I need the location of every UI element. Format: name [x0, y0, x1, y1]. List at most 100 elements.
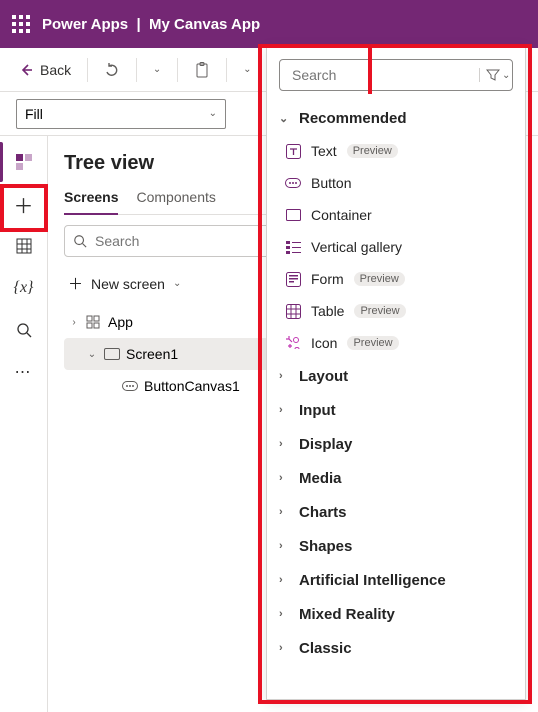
- search-icon: [16, 322, 32, 338]
- table-icon: [285, 303, 301, 319]
- item-text[interactable]: Text Preview: [279, 135, 507, 167]
- item-icon[interactable]: Icon Preview: [279, 327, 507, 359]
- rail-insert[interactable]: ＋: [4, 184, 44, 224]
- chevron-down-icon: ⌄: [243, 64, 251, 75]
- tab-screens[interactable]: Screens: [64, 189, 118, 215]
- chevron-right-icon: ›: [279, 608, 291, 620]
- rail-variables[interactable]: {x}: [4, 268, 44, 308]
- header-title: Power Apps | My Canvas App: [42, 16, 260, 33]
- text-icon: [285, 143, 301, 159]
- undo-button[interactable]: [94, 56, 130, 84]
- paste-split-button[interactable]: ⌄: [233, 58, 261, 81]
- app-icon: [86, 315, 102, 329]
- property-selected-label: Fill: [25, 106, 43, 122]
- preview-badge: Preview: [347, 144, 398, 158]
- category-input[interactable]: › Input: [279, 393, 507, 427]
- rail-tree-view[interactable]: [4, 142, 44, 182]
- category-ai[interactable]: › Artificial Intelligence: [279, 563, 507, 597]
- chevron-right-icon: ›: [279, 438, 291, 450]
- grid-icon: [16, 238, 32, 254]
- back-label: Back: [40, 62, 71, 78]
- preview-badge: Preview: [354, 304, 405, 318]
- chevron-right-icon: ›: [279, 506, 291, 518]
- chevron-right-icon: ›: [279, 540, 291, 552]
- chevron-down-icon: ⌄: [209, 108, 217, 119]
- category-classic[interactable]: › Classic: [279, 631, 507, 665]
- filter-button[interactable]: ⌄: [479, 68, 510, 82]
- chevron-right-icon: ›: [279, 404, 291, 416]
- item-vertical-gallery[interactable]: Vertical gallery: [279, 231, 507, 263]
- screen-icon: [104, 348, 120, 360]
- item-label: Vertical gallery: [311, 239, 402, 255]
- icon-icon: [285, 335, 301, 351]
- chevron-right-icon: ›: [279, 642, 291, 654]
- item-label: Text: [311, 143, 337, 159]
- chevron-right-icon: ›: [279, 370, 291, 382]
- tab-components[interactable]: Components: [136, 189, 215, 214]
- tree-node-label: Screen1: [126, 346, 178, 362]
- app-launcher-icon[interactable]: [12, 15, 30, 33]
- left-rail: ＋ {x} ⋯: [0, 136, 48, 712]
- chevron-down-icon: ⌄: [153, 64, 161, 75]
- tree-node-label: App: [108, 314, 133, 330]
- tree-node-label: ButtonCanvas1: [144, 378, 240, 394]
- app-header: Power Apps | My Canvas App: [0, 0, 538, 48]
- category-label: Artificial Intelligence: [299, 572, 446, 589]
- item-label: Button: [311, 175, 351, 191]
- form-icon: [285, 271, 301, 287]
- search-icon: [73, 234, 87, 248]
- item-form[interactable]: Form Preview: [279, 263, 507, 295]
- category-media[interactable]: › Media: [279, 461, 507, 495]
- category-label: Media: [299, 470, 342, 487]
- category-label: Input: [299, 402, 336, 419]
- category-label: Shapes: [299, 538, 352, 555]
- chevron-down-icon: ⌄: [173, 278, 181, 289]
- insert-scroll[interactable]: ⌄ Recommended Text Preview Button Contai…: [279, 101, 513, 687]
- undo-icon: [104, 62, 120, 78]
- back-button[interactable]: Back: [8, 56, 81, 84]
- container-icon: [285, 207, 301, 223]
- button-icon: [122, 381, 138, 391]
- category-shapes[interactable]: › Shapes: [279, 529, 507, 563]
- chevron-down-icon: ⌄: [86, 349, 98, 360]
- insert-search[interactable]: ⌄: [279, 59, 513, 91]
- category-label: Classic: [299, 640, 352, 657]
- item-button[interactable]: Button: [279, 167, 507, 199]
- undo-split-button[interactable]: ⌄: [143, 58, 171, 81]
- clipboard-icon: [194, 62, 210, 78]
- category-display[interactable]: › Display: [279, 427, 507, 461]
- category-layout[interactable]: › Layout: [279, 359, 507, 393]
- item-label: Table: [311, 303, 344, 319]
- category-mixed-reality[interactable]: › Mixed Reality: [279, 597, 507, 631]
- paste-button[interactable]: [184, 56, 220, 84]
- chevron-right-icon: ›: [279, 574, 291, 586]
- arrow-left-icon: [18, 62, 34, 78]
- chevron-down-icon: ⌄: [279, 112, 291, 125]
- rail-search[interactable]: [4, 310, 44, 350]
- vgallery-icon: [285, 239, 301, 255]
- property-selector[interactable]: Fill ⌄: [16, 99, 226, 129]
- preview-badge: Preview: [354, 272, 405, 286]
- item-label: Form: [311, 271, 344, 287]
- insert-panel: ⌄ ⌄ Recommended Text Preview Button Cont…: [266, 44, 526, 700]
- category-label: Charts: [299, 504, 347, 521]
- rail-data[interactable]: [4, 226, 44, 266]
- new-screen-label: New screen: [91, 276, 165, 292]
- preview-badge: Preview: [347, 336, 398, 350]
- filter-icon: [486, 68, 500, 82]
- chevron-right-icon: ›: [68, 317, 80, 328]
- category-label: Recommended: [299, 110, 407, 127]
- insert-search-input[interactable]: [292, 67, 473, 83]
- chevron-down-icon: ⌄: [502, 70, 510, 81]
- item-label: Icon: [311, 335, 337, 351]
- item-label: Container: [311, 207, 372, 223]
- item-table[interactable]: Table Preview: [279, 295, 507, 327]
- item-container[interactable]: Container: [279, 199, 507, 231]
- category-label: Mixed Reality: [299, 606, 395, 623]
- rail-more[interactable]: ⋯: [4, 352, 44, 392]
- chevron-right-icon: ›: [279, 472, 291, 484]
- category-label: Display: [299, 436, 352, 453]
- category-charts[interactable]: › Charts: [279, 495, 507, 529]
- category-recommended[interactable]: ⌄ Recommended: [279, 101, 507, 135]
- category-label: Layout: [299, 368, 348, 385]
